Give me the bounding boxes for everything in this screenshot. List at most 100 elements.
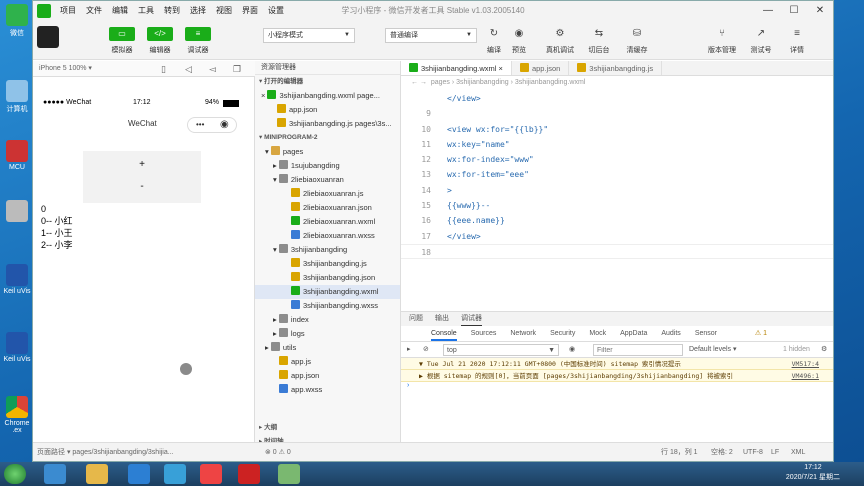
rotate-icon[interactable]: ◅ xyxy=(209,61,216,77)
menu-settings[interactable]: 设置 xyxy=(263,5,289,16)
chevron-right-icon[interactable]: ▸ xyxy=(273,161,279,170)
preview-icon[interactable]: ◉ xyxy=(510,27,528,41)
youdao-icon[interactable] xyxy=(238,464,260,484)
debugger-toggle[interactable]: ≡ xyxy=(185,27,211,41)
sidebar-toggle-icon[interactable]: ▸ xyxy=(407,342,411,358)
device-select[interactable]: iPhone 5 100% ▾ xyxy=(39,65,92,72)
minimize-button[interactable]: — xyxy=(755,1,781,20)
project-section[interactable]: ▾ MINIPROGRAM-2 xyxy=(255,131,400,145)
desktop-icon-disk[interactable] xyxy=(2,200,32,224)
code-line[interactable]: 13 wx:for-item="eee" xyxy=(401,167,833,182)
code-area[interactable]: </view> 9 10 <view wx:for="{{lb}}" 11 wx:key=… xyxy=(401,91,833,260)
file-item[interactable]: 3shijianbangding.json xyxy=(255,271,400,285)
menu-project[interactable]: 项目 xyxy=(55,5,81,16)
open-editor-item[interactable]: × 3shijianbangding.wxml page... xyxy=(255,89,400,103)
cursor-position[interactable]: 行 18，列 1 xyxy=(661,443,698,461)
minus-button[interactable]: - xyxy=(83,181,201,192)
tab-appdata[interactable]: AppData xyxy=(620,326,647,341)
language-mode[interactable]: XML xyxy=(791,443,805,461)
tab-sources[interactable]: Sources xyxy=(471,326,497,341)
tab-console[interactable]: Console xyxy=(431,326,457,341)
folder-item[interactable]: ▸ 1sujubangding xyxy=(255,159,400,173)
settings-gear-icon[interactable]: ⚙ xyxy=(821,342,827,358)
tab-network[interactable]: Network xyxy=(510,326,536,341)
indent-setting[interactable]: 空格: 2 xyxy=(711,443,733,461)
folder-item[interactable]: ▸ logs xyxy=(255,327,400,341)
simulator-toggle[interactable]: ▭ xyxy=(109,27,135,41)
console-prompt[interactable]: › xyxy=(401,382,833,389)
chevron-down-icon[interactable]: ▾ xyxy=(265,147,271,156)
backend-icon[interactable]: ⇆ xyxy=(590,27,608,41)
chevron-right-icon[interactable]: ▸ xyxy=(273,315,279,324)
folder-item[interactable]: ▾ 3shijianbangding xyxy=(255,243,400,257)
maximize-button[interactable]: ☐ xyxy=(781,1,807,20)
file-item[interactable]: 3shijianbangding.wxml xyxy=(255,285,400,299)
open-editors-section[interactable]: ▾ 打开的编辑器 xyxy=(255,75,400,89)
file-item[interactable]: 2liebiaoxuanran.js xyxy=(255,187,400,201)
log-source-link[interactable]: VM517:4 xyxy=(792,358,819,369)
code-line[interactable]: 10 <view wx:for="{{lb}}" xyxy=(401,122,833,137)
chevron-right-icon[interactable]: ▸ xyxy=(265,343,271,352)
file-item[interactable]: 3shijianbangding.wxss xyxy=(255,299,400,313)
phone-icon[interactable]: ▯ xyxy=(161,61,166,77)
code-line[interactable]: 15 {{www}}-- xyxy=(401,198,833,213)
code-line[interactable]: </view> xyxy=(401,91,833,106)
code-line[interactable]: 16 {{eee.name}} xyxy=(401,213,833,228)
file-item[interactable]: 2liebiaoxuanran.json xyxy=(255,201,400,215)
tab-problems[interactable]: 问题 xyxy=(409,312,423,326)
menu-file[interactable]: 文件 xyxy=(81,5,107,16)
forward-icon[interactable]: → xyxy=(420,79,427,86)
editor-toggle[interactable]: </> xyxy=(147,27,173,41)
page-path[interactable]: 页面路径 ▾ pages/3shijianbangding/3shijia... xyxy=(37,443,174,461)
compile-icon[interactable]: ↻ xyxy=(485,27,503,41)
code-line[interactable]: 14 > xyxy=(401,183,833,198)
real-debug-icon[interactable]: ⚙ xyxy=(551,27,569,41)
file-item[interactable]: app.json xyxy=(255,369,400,383)
desktop-icon-wechat[interactable]: 微信 xyxy=(2,4,32,38)
tab-sensor[interactable]: Sensor xyxy=(695,326,717,341)
tab-security[interactable]: Security xyxy=(550,326,575,341)
encoding[interactable]: UTF-8 xyxy=(743,443,763,461)
desktop-icon-computer[interactable]: 计算机 xyxy=(2,80,32,114)
volume-icon[interactable]: ◁ xyxy=(185,61,192,77)
file-item[interactable]: 2liebiaoxuanran.wxss xyxy=(255,229,400,243)
levels-select[interactable]: Default levels ▾ xyxy=(689,342,736,358)
browser-icon[interactable] xyxy=(164,464,186,484)
menu-view[interactable]: 视图 xyxy=(211,5,237,16)
log-entry[interactable]: ▼ Tue Jul 21 2020 17:12:11 GMT+0800 (中国标… xyxy=(401,358,833,370)
tab-output[interactable]: 输出 xyxy=(435,312,449,326)
desktop-icon-keil-2[interactable]: Keil uVis xyxy=(2,332,32,363)
line-ending[interactable]: LF xyxy=(771,443,779,461)
code-line[interactable]: 17 </view> xyxy=(401,229,833,244)
menu-edit[interactable]: 编辑 xyxy=(107,5,133,16)
file-item[interactable]: app.json xyxy=(255,103,400,117)
outline-section[interactable]: ▸ 大纲 xyxy=(255,421,400,435)
tab-debugger[interactable]: 调试器 xyxy=(461,312,482,326)
ie-icon[interactable] xyxy=(44,464,66,484)
menu-tools[interactable]: 工具 xyxy=(133,5,159,16)
chevron-down-icon[interactable]: ▾ xyxy=(273,175,279,184)
menu-interface[interactable]: 界面 xyxy=(237,5,263,16)
window-icon[interactable]: ❐ xyxy=(233,61,241,77)
app-icon[interactable] xyxy=(200,464,222,484)
avatar[interactable] xyxy=(37,26,59,48)
folder-item[interactable]: ▸ index xyxy=(255,313,400,327)
details-icon[interactable]: ≡ xyxy=(788,27,806,41)
close-mini-icon[interactable]: ◉ xyxy=(220,119,229,130)
desktop-icon-keil-1[interactable]: Keil uVis xyxy=(2,264,32,295)
test-account-icon[interactable]: ↗ xyxy=(752,27,770,41)
desktop-icon-chrome[interactable]: Chrome .ex xyxy=(2,396,32,434)
folder-item[interactable]: ▾ 2liebiaoxuanran xyxy=(255,173,400,187)
problems-count[interactable]: ⊗ 0 ⚠ 0 xyxy=(265,443,291,461)
compile-select[interactable]: 普通编译 ▼ xyxy=(385,28,477,43)
more-icon[interactable]: ••• xyxy=(196,120,204,129)
tab-js[interactable]: 3shijianbangding.js xyxy=(569,61,663,75)
file-item[interactable]: app.wxss xyxy=(255,383,400,397)
clear-console-icon[interactable]: ⊘ xyxy=(423,342,429,358)
code-line[interactable]: 11 wx:key="name" xyxy=(401,137,833,152)
mode-select[interactable]: 小程序模式 ▼ xyxy=(263,28,355,43)
eye-icon[interactable]: ◉ xyxy=(569,342,575,358)
code-line[interactable]: 9 xyxy=(401,106,833,121)
chevron-right-icon[interactable]: ▸ xyxy=(273,329,279,338)
code-line[interactable]: 18 xyxy=(401,243,833,260)
